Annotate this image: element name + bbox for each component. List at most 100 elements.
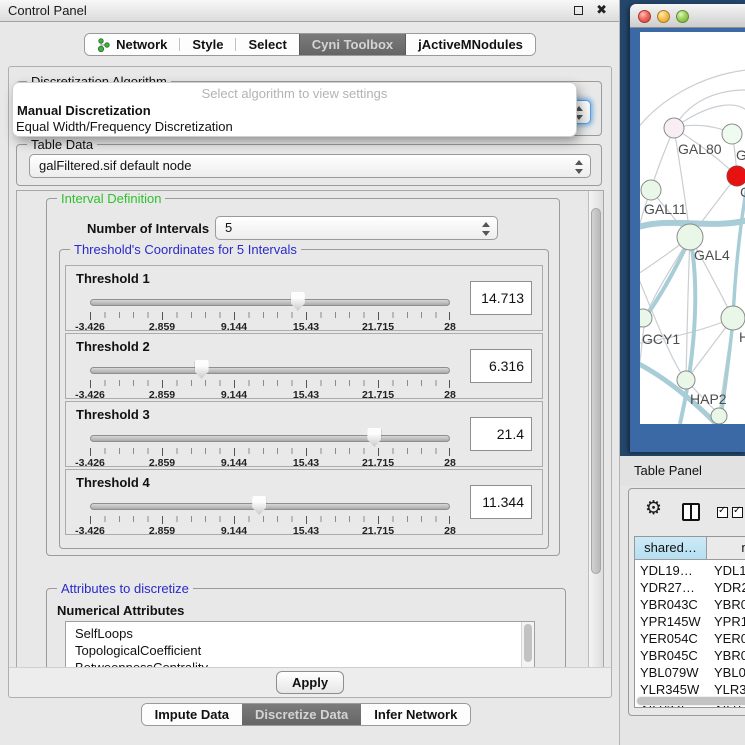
float-window-icon[interactable] — [574, 6, 583, 15]
number-of-intervals-combobox[interactable]: 5 — [215, 216, 498, 240]
slider-track[interactable] — [90, 299, 450, 306]
node-bottom[interactable] — [711, 408, 727, 424]
label-gcy1: GCY1 — [642, 331, 680, 347]
group-title: Interval Definition — [57, 191, 165, 206]
list-scrollbar[interactable] — [521, 622, 534, 669]
control-panel-window: Control Panel ✖ Network Style Select Cyn… — [0, 0, 620, 745]
mac-zoom-icon[interactable] — [676, 10, 689, 23]
tab-select[interactable]: Select — [236, 34, 298, 55]
close-icon[interactable]: ✖ — [596, 2, 607, 18]
dropdown-prompt: Select algorithm to view settings — [13, 86, 576, 101]
interval-definition-group: Interval Definition Number of Intervals … — [46, 198, 560, 556]
attribute-list-item[interactable]: TopologicalCoefficient — [66, 643, 534, 660]
threshold-slider[interactable]: -3.426 2.859 9.144 15.43 21.715 28 — [90, 359, 450, 397]
tab-style[interactable]: Style — [180, 34, 235, 55]
window-title: Control Panel — [8, 3, 87, 18]
dropdown-option-equal-width[interactable]: Equal Width/Frequency Discretization — [16, 119, 233, 134]
table-row[interactable]: YDL19… YDL1 — [635, 562, 745, 579]
slider-track[interactable] — [90, 503, 450, 510]
threshold-box: Threshold 1 — [65, 265, 543, 331]
threshold-slider[interactable]: -3.426 2.859 9.144 15.43 21.715 28 — [90, 427, 450, 465]
number-of-intervals-label: Number of Intervals — [87, 221, 209, 236]
table-panel-titlebar: Table Panel — [620, 456, 745, 486]
threshold-label: Threshold 4 — [76, 475, 150, 490]
settings-scroll-panel: Interval Definition Number of Intervals … — [16, 190, 604, 669]
table-rows: YDL19… YDL1 YDR27… YDR2 YBR043C YBR0 YPR… — [635, 562, 745, 707]
threshold-box: Threshold 3 — [65, 401, 543, 467]
threshold-value-field[interactable]: 11.344 — [470, 485, 532, 519]
table-row[interactable]: YBR045C YBR0 — [635, 647, 745, 664]
mac-minimize-icon[interactable] — [657, 10, 670, 23]
stepper-arrows-icon — [481, 221, 490, 237]
threshold-label: Threshold 2 — [76, 339, 150, 354]
group-title: Table Data — [27, 137, 97, 152]
scrollbar-thumb[interactable] — [591, 208, 601, 574]
node-red-selected[interactable] — [727, 166, 745, 186]
algorithm-dropdown-popup: Select algorithm to view settings Manual… — [13, 83, 576, 136]
checkbox-icon[interactable] — [717, 507, 728, 518]
group-title: Threshold's Coordinates for 5 Intervals — [70, 242, 301, 257]
table-row[interactable]: YBL079W YBL0 — [635, 664, 745, 681]
table-data-combobox[interactable]: galFiltered.sif default node — [29, 154, 591, 178]
slider-ticks — [90, 380, 450, 386]
top-tabbar: Network Style Select Cyni Toolbox jActiv… — [0, 33, 620, 56]
node-gal80[interactable] — [664, 118, 684, 138]
threshold-slider[interactable]: -3.426 2.859 9.144 15.43 21.715 28 — [90, 495, 450, 533]
table-panel-window: ⚙ shared… n YDL19… YDL1 YDR27… YDR2 YBR — [628, 488, 745, 716]
table-row[interactable]: YER054C YER0 — [635, 630, 745, 647]
label-c: C — [740, 184, 745, 200]
attribute-list-item[interactable]: SelfLoops — [66, 626, 534, 643]
slider-track[interactable] — [90, 367, 450, 374]
stepper-arrows-icon — [574, 159, 583, 175]
threshold-slider[interactable]: -3.426 2.859 9.144 15.43 21.715 28 — [90, 291, 450, 329]
bottom-tabbar: Impute Data Discretize Data Infer Networ… — [0, 703, 612, 726]
mac-close-icon[interactable] — [638, 10, 651, 23]
threshold-label: Threshold 3 — [76, 407, 150, 422]
tab-impute-data[interactable]: Impute Data — [142, 704, 242, 725]
label-gal11: GAL11 — [644, 201, 687, 217]
slider-track[interactable] — [90, 435, 450, 442]
table-row[interactable]: YBR043C YBR0 — [635, 596, 745, 613]
dropdown-option-manual[interactable]: Manual Discretization — [17, 103, 151, 118]
apply-button[interactable]: Apply — [276, 671, 344, 694]
label-hap2: HAP2 — [690, 391, 727, 407]
cyni-toolbox-panel: Discretization Algorithm Table Data galF… — [8, 66, 612, 698]
checkbox-icon[interactable] — [732, 507, 743, 518]
node-attribute-table: shared… n YDL19… YDL1 YDR27… YDR2 YBR043… — [634, 536, 745, 708]
network-canvas[interactable]: GAL80 GA C GAL11 GAL4 GCY1 H HAP2 — [640, 32, 745, 424]
threshold-box: Threshold 2 — [65, 333, 543, 399]
thresholds-group: Threshold's Coordinates for 5 Intervals … — [59, 249, 549, 549]
slider-scale-labels: -3.426 2.859 9.144 15.43 21.715 28 — [90, 389, 450, 401]
attributes-group: Attributes to discretize Numerical Attri… — [46, 588, 566, 669]
threshold-value-field[interactable]: 6.316 — [470, 349, 532, 383]
table-row[interactable]: YDR27… YDR2 — [635, 579, 745, 596]
panel-scrollbar[interactable] — [588, 191, 603, 668]
slider-scale-labels: -3.426 2.859 9.144 15.43 21.715 28 — [90, 525, 450, 537]
slider-handle[interactable] — [367, 428, 381, 447]
column-header-shared-name[interactable]: shared… — [635, 537, 707, 559]
horizontal-scrollbar[interactable] — [636, 696, 745, 706]
tab-infer-network[interactable]: Infer Network — [361, 704, 470, 725]
table-row[interactable]: YPR145W YPR1 — [635, 613, 745, 630]
slider-handle[interactable] — [252, 496, 266, 515]
split-pane-icon[interactable] — [682, 503, 700, 521]
threshold-box: Threshold 4 — [65, 469, 543, 535]
node-hap2[interactable] — [677, 371, 695, 389]
node-top-right[interactable] — [722, 124, 742, 144]
node-gal11[interactable] — [641, 180, 661, 200]
gear-icon[interactable]: ⚙ — [645, 497, 662, 520]
threshold-value-field[interactable]: 14.713 — [470, 281, 532, 315]
node-h[interactable] — [721, 306, 745, 330]
tab-discretize-data[interactable]: Discretize Data — [242, 704, 361, 725]
network-icon — [97, 38, 110, 52]
control-panel-titlebar: Control Panel ✖ — [0, 0, 619, 22]
tab-cyni-toolbox[interactable]: Cyni Toolbox — [299, 34, 406, 55]
threshold-value-field[interactable]: 21.4 — [470, 417, 532, 451]
slider-handle[interactable] — [291, 292, 305, 311]
tab-network[interactable]: Network — [85, 34, 179, 55]
scrollbar-thumb[interactable] — [637, 697, 745, 705]
slider-ticks — [90, 516, 450, 522]
slider-handle[interactable] — [195, 360, 209, 379]
tab-jactivemnodules[interactable]: jActiveMNodules — [406, 34, 535, 55]
column-header-name[interactable]: n — [707, 537, 745, 559]
